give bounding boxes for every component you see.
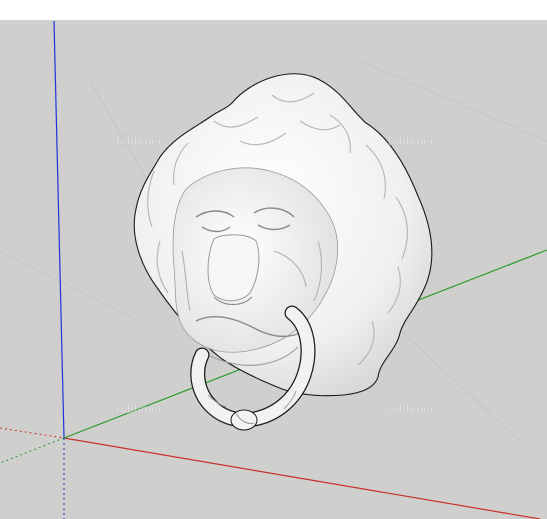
watermark-text: hiblimer (388, 134, 435, 148)
watermark-text: hiblimer (388, 402, 435, 416)
lion-nose (207, 234, 260, 302)
3d-viewport[interactable]: hiblimer hiblimer hiblimer hiblimer (0, 21, 547, 519)
toolbar-area (0, 0, 547, 21)
viewport-canvas[interactable]: hiblimer hiblimer hiblimer hiblimer (0, 21, 547, 519)
watermark-text: hiblimer (116, 134, 163, 148)
watermark-text: hiblimer (116, 402, 163, 416)
sketchup-window: hiblimer hiblimer hiblimer hiblimer (0, 0, 547, 519)
